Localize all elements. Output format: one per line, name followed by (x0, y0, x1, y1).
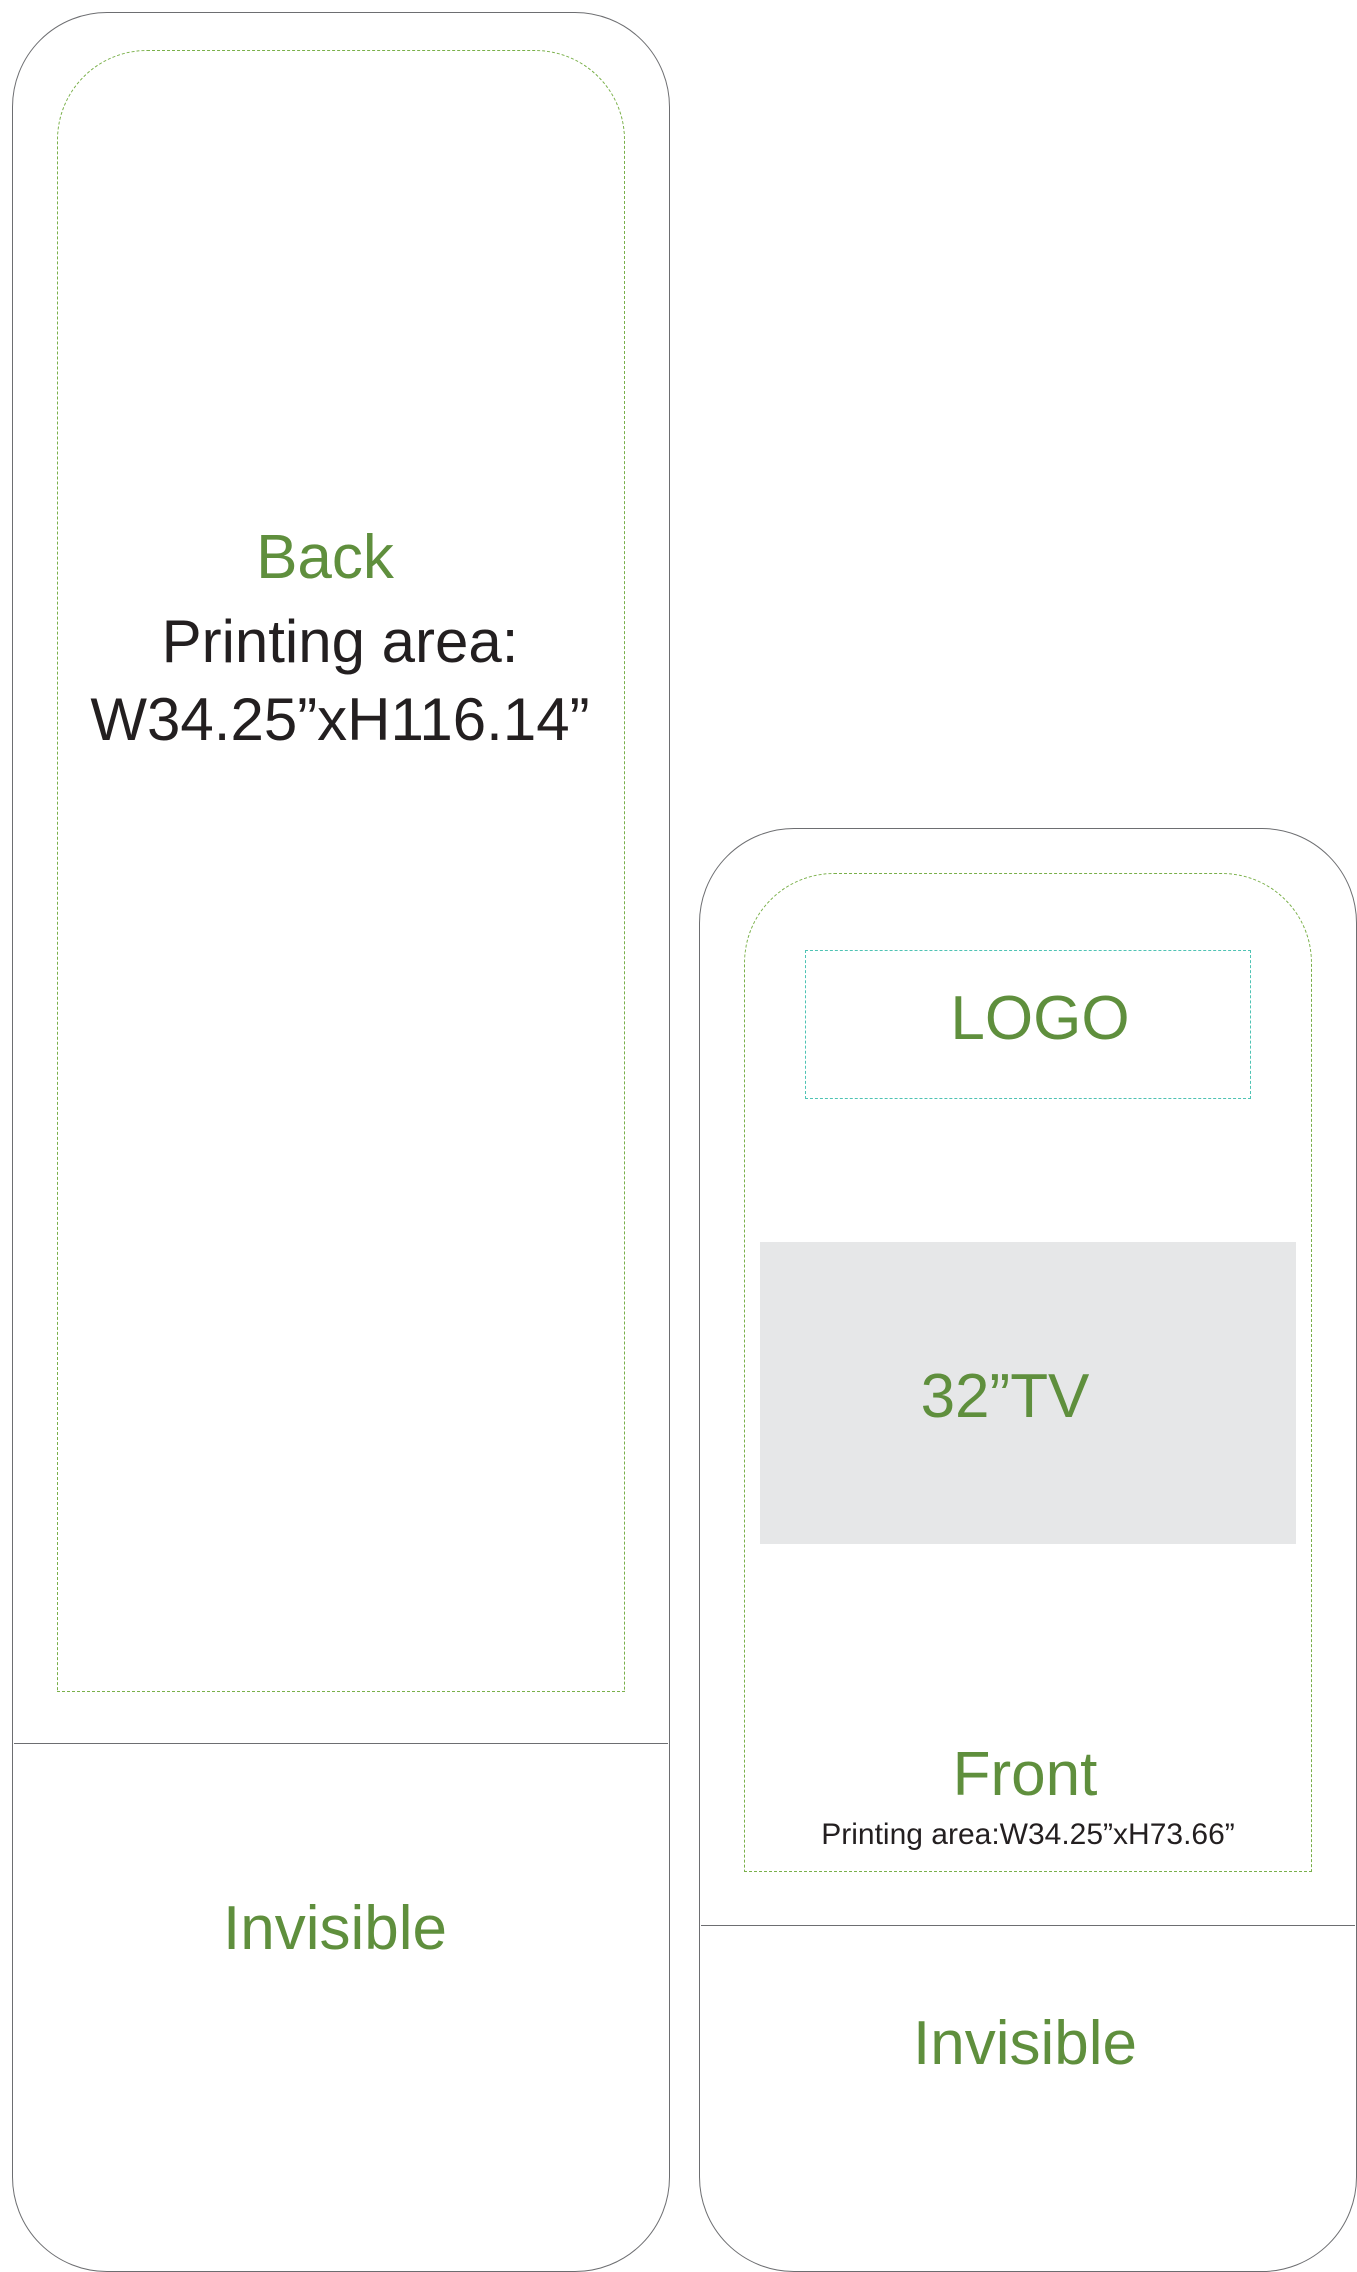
front-label: Front (952, 1740, 1098, 1809)
back-printing-area-label: Printing area: (161, 608, 519, 675)
front-invisible-divider (701, 1925, 1355, 1926)
logo-label: LOGO (950, 984, 1130, 1053)
front-printing-area-label: Printing area:W34.25”xH73.66” (821, 1818, 1235, 1851)
back-printing-area-outline (57, 50, 625, 1692)
back-label: Back (256, 523, 394, 592)
tv-label: 32”TV (920, 1362, 1090, 1431)
back-printing-area-size: W34.25”xH116.14” (90, 686, 590, 753)
back-invisible-label: Invisible (223, 1894, 447, 1963)
front-invisible-label: Invisible (913, 2009, 1137, 2078)
back-invisible-divider (14, 1743, 668, 1744)
